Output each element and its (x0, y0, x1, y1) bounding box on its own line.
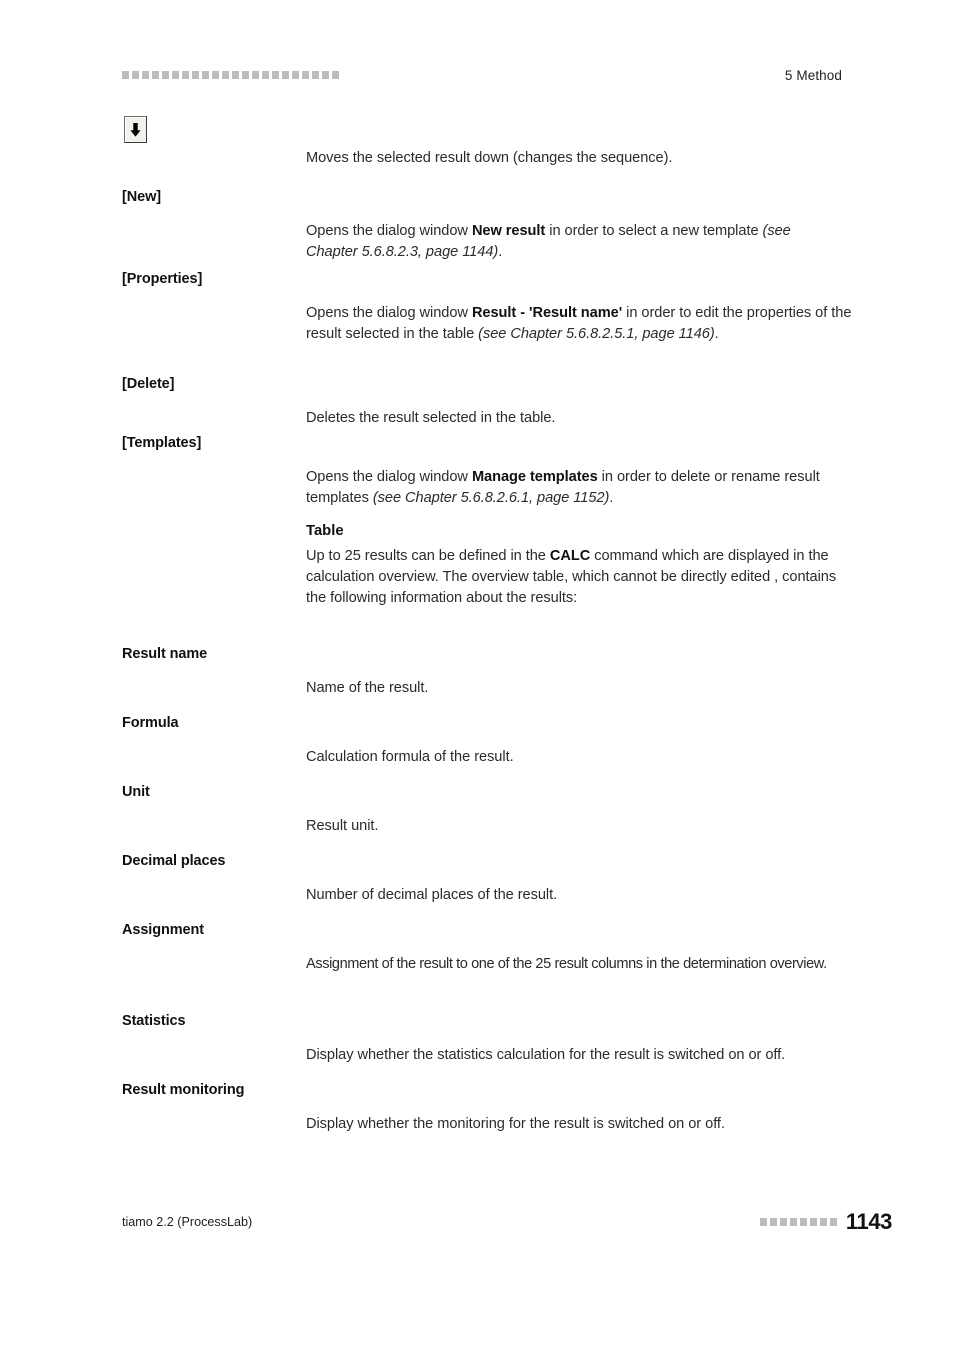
definition-description: Opens the dialog window Result - 'Result… (306, 304, 852, 342)
definition-description: Opens the dialog window New result in or… (306, 222, 791, 260)
decoration-square (242, 71, 249, 79)
move-down-button-icon-cell (124, 116, 150, 146)
decoration-square (312, 71, 319, 79)
decoration-square (252, 71, 259, 79)
decoration-square (759, 1218, 767, 1226)
definition-term: [Properties] (122, 271, 203, 287)
decoration-square (162, 71, 169, 79)
decoration-square (132, 71, 139, 79)
page-footer: tiamo 2.2 (ProcessLab) 1143 (122, 1211, 892, 1233)
definition-description: Calculation formula of the result. (306, 748, 514, 765)
page-header: 5 Method (122, 63, 842, 87)
definition-description: Result unit. (306, 817, 379, 834)
move-down-button-icon[interactable] (124, 116, 147, 143)
page-number: 1143 (845, 1209, 893, 1234)
definition-row: Formula Calculation formula of the result… (122, 714, 842, 768)
decoration-square (212, 71, 219, 79)
definition-row: [New] Opens the dialog window New result … (122, 188, 842, 263)
definition-term: Unit (122, 784, 150, 800)
definition-term: Formula (122, 715, 179, 731)
decoration-square (829, 1218, 837, 1226)
decoration-square (262, 71, 269, 79)
decoration-square (332, 71, 339, 79)
decoration-square (232, 71, 239, 79)
definition-term: [Delete] (122, 376, 175, 392)
definition-description: Display whether the statistics calculati… (306, 1046, 786, 1063)
definition-row: [Properties] Opens the dialog window Resu… (122, 270, 851, 345)
footer-product-name: tiamo 2.2 (ProcessLab) (122, 1215, 253, 1229)
decoration-square (292, 71, 299, 79)
definition-row: Result monitoring Display whether the mon… (122, 1081, 842, 1135)
decoration-square (142, 71, 149, 79)
decoration-square (192, 71, 199, 79)
definition-term: [New] (122, 189, 161, 205)
definition-row: Moves the selected result down (changes … (122, 148, 842, 169)
definition-description: Assignment of the result to one of the 2… (306, 955, 827, 972)
definition-row: Assignment Assignment of the result to on… (122, 921, 842, 975)
decoration-square (222, 71, 229, 79)
definition-description: Display whether the monitoring for the r… (306, 1115, 725, 1132)
definition-term: [Templates] (122, 435, 202, 451)
decoration-square (769, 1218, 777, 1226)
definition-description: Number of decimal places of the result. (306, 886, 558, 903)
footer-decoration-squares (759, 1216, 837, 1228)
definition-description: Deletes the result selected in the table… (306, 409, 556, 426)
decoration-square (272, 71, 279, 79)
definition-description: Name of the result. (306, 679, 429, 696)
decoration-square (799, 1218, 807, 1226)
decoration-square (282, 71, 289, 79)
definition-term: Statistics (122, 1013, 186, 1029)
decoration-square (302, 71, 309, 79)
definition-row: Table Up to 25 results can be defined in … (122, 522, 842, 609)
definition-row: [Templates] Opens the dialog window Manag… (122, 434, 842, 509)
document-page: 5 Method Moves the selected result down … (0, 0, 954, 1350)
decoration-square (172, 71, 179, 79)
definition-description: Moves the selected result down (changes … (306, 150, 673, 166)
definition-row: [Delete] Deletes the result selected in t… (122, 375, 842, 429)
header-chapter-title: 5 Method (784, 67, 842, 83)
decoration-square (152, 71, 159, 79)
definition-row: Statistics Display whether the statistics… (122, 1012, 842, 1066)
decoration-square (322, 71, 329, 79)
definition-row: Decimal places Number of decimal places o… (122, 852, 842, 906)
decoration-square (122, 71, 129, 79)
definition-term: Result name (122, 646, 208, 662)
header-decoration-squares (122, 69, 339, 81)
definition-term: Assignment (122, 922, 204, 938)
decoration-square (809, 1218, 817, 1226)
footer-page-indicator: 1143 (759, 1209, 893, 1234)
definition-row: Result name Name of the result. (122, 645, 842, 699)
decoration-square (789, 1218, 797, 1226)
definition-description: Up to 25 results can be defined in the C… (306, 547, 837, 607)
decoration-square (202, 71, 209, 79)
decoration-square (819, 1218, 827, 1226)
definition-description: Opens the dialog window Manage templates… (306, 468, 820, 506)
definition-term: Decimal places (122, 853, 226, 869)
decoration-square (779, 1218, 787, 1226)
decoration-square (182, 71, 189, 79)
definition-row: Unit Result unit. (122, 783, 842, 837)
section-subheading: Table (306, 523, 344, 539)
definition-term: Result monitoring (122, 1082, 245, 1098)
